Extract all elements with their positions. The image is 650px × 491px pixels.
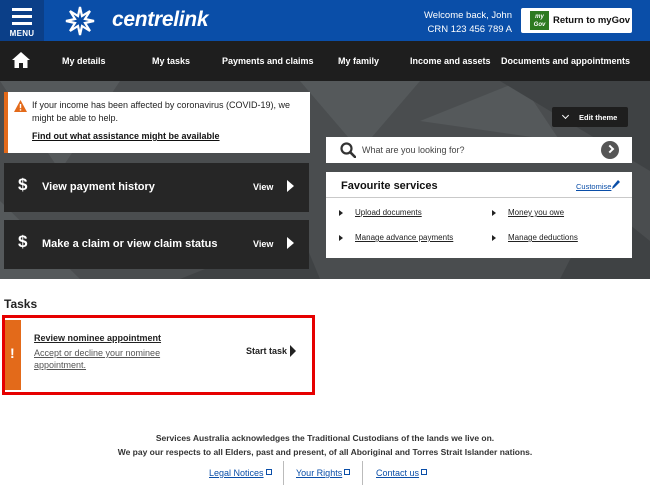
favourite-services-title: Favourite services — [341, 180, 438, 192]
legal-notices-link[interactable]: Legal Notices — [209, 468, 272, 478]
alert-message: If your income has been affected by coro… — [32, 100, 290, 123]
bullet-arrow-icon — [492, 210, 496, 216]
tile-title: Make a claim or view claim status — [42, 238, 218, 250]
task-title-link[interactable]: Review nominee appointment — [34, 333, 161, 343]
search-bar — [326, 137, 632, 163]
chevron-down-icon — [561, 111, 570, 120]
dollar-icon: $ — [18, 232, 28, 251]
tile-title: View payment history — [42, 181, 155, 193]
main-nav: My details My tasks Payments and claims … — [0, 41, 650, 81]
welcome-block: Welcome back, John CRN 123 456 789 A — [424, 9, 512, 37]
your-rights-link[interactable]: Your Rights — [296, 468, 351, 478]
acknowledgement-line-1: Services Australia acknowledges the Trad… — [155, 433, 495, 443]
view-label: View — [253, 239, 274, 249]
nav-income-and-assets[interactable]: Income and assets — [410, 56, 491, 66]
crn-text: CRN 123 456 789 A — [427, 24, 512, 35]
dashboard-hero: If your income has been affected by coro… — [0, 81, 650, 279]
top-header: MENU centrelink Welcome back, John CRN 1… — [0, 0, 650, 41]
chevron-right-icon — [287, 180, 294, 192]
contact-us-label: Contact us — [376, 468, 420, 478]
bullet-arrow-icon — [339, 235, 343, 241]
exclamation-icon: ! — [10, 345, 15, 361]
nav-documents-and-appointments[interactable]: Documents and appointments — [501, 56, 630, 66]
chevron-right-icon — [290, 345, 296, 357]
view-label: View — [253, 182, 274, 192]
customise-link[interactable]: Customise — [576, 182, 611, 191]
bullet-arrow-icon — [339, 210, 343, 216]
return-to-mygov-label: Return to myGov — [553, 15, 631, 26]
task-description[interactable]: Accept or decline your nominee appointme… — [34, 347, 194, 371]
mygov-logo-icon: my Gov — [530, 11, 549, 30]
search-input[interactable] — [362, 141, 592, 159]
favourite-link-money-you-owe[interactable]: Money you owe — [508, 208, 564, 217]
bullet-arrow-icon — [492, 235, 496, 241]
task-card[interactable]: ! Review nominee appointment Accept or d… — [5, 320, 310, 390]
favourite-services-panel: Favourite services Customise Upload docu… — [326, 172, 632, 258]
nav-my-family[interactable]: My family — [338, 56, 379, 66]
chevron-right-icon — [287, 237, 294, 249]
favourite-link-manage-deductions[interactable]: Manage deductions — [508, 233, 578, 242]
footer-divider — [283, 461, 284, 485]
menu-button[interactable]: MENU — [0, 0, 44, 41]
nav-my-details[interactable]: My details — [62, 56, 106, 66]
your-rights-label: Your Rights — [296, 468, 343, 478]
favourite-link-upload-documents[interactable]: Upload documents — [355, 208, 422, 217]
return-to-mygov-button[interactable]: my Gov Return to myGov — [521, 8, 632, 33]
hamburger-icon — [12, 8, 32, 29]
nav-payments-and-claims[interactable]: Payments and claims — [222, 56, 314, 66]
covid-alert: If your income has been affected by coro… — [4, 92, 310, 153]
view-payment-history-tile[interactable]: $ View payment history View — [4, 163, 309, 212]
favourite-services-header: Favourite services Customise — [326, 172, 632, 198]
external-link-icon — [344, 469, 351, 475]
external-link-icon — [265, 469, 272, 475]
pencil-icon[interactable] — [612, 180, 620, 189]
contact-us-link[interactable]: Contact us — [376, 468, 428, 478]
dollar-icon: $ — [18, 175, 28, 194]
search-icon — [340, 142, 356, 158]
edit-theme-button[interactable]: Edit theme — [552, 107, 628, 127]
tasks-heading: Tasks — [4, 297, 38, 311]
acknowledgement-line-2: We pay our respects to all Elders, past … — [117, 447, 533, 457]
legal-notices-label: Legal Notices — [209, 468, 264, 478]
search-submit-icon[interactable] — [601, 141, 619, 159]
start-task-button[interactable]: Start task — [246, 346, 287, 356]
external-link-icon — [421, 469, 428, 475]
nav-my-tasks[interactable]: My tasks — [152, 56, 190, 66]
assistance-link[interactable]: Find out what assistance might be availa… — [32, 131, 220, 141]
centrelink-logo-icon — [65, 6, 95, 36]
make-a-claim-tile[interactable]: $ Make a claim or view claim status View — [4, 220, 309, 269]
brand-name[interactable]: centrelink — [112, 8, 209, 32]
edit-theme-label: Edit theme — [579, 113, 618, 122]
home-icon[interactable] — [12, 52, 30, 68]
favourite-link-manage-advance-payments[interactable]: Manage advance payments — [355, 233, 453, 242]
footer-divider — [362, 461, 363, 485]
warning-icon — [14, 100, 27, 112]
welcome-text: Welcome back, John — [423, 10, 512, 21]
menu-label: MENU — [9, 29, 35, 38]
